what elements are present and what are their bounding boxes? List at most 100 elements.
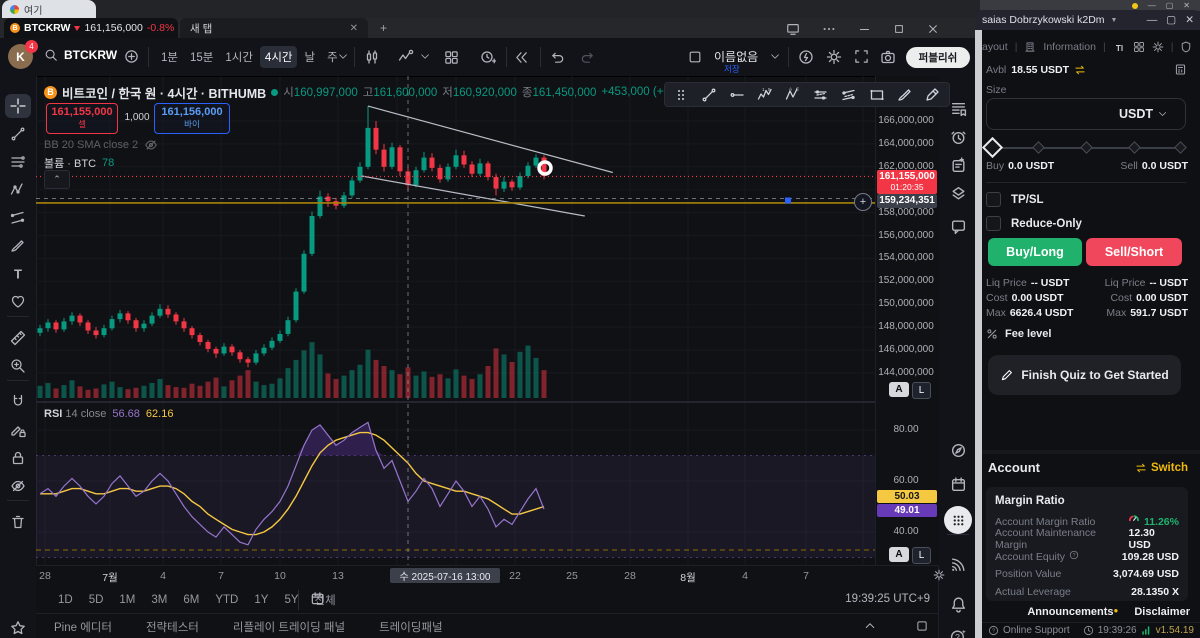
notes-plus-icon[interactable] — [946, 153, 970, 177]
auto-scale-button[interactable]: A — [889, 382, 909, 397]
calculator-icon[interactable] — [1174, 63, 1187, 76]
switch-account[interactable]: Switch — [1135, 462, 1188, 474]
bg-minimize-icon[interactable]: — — [1148, 1, 1156, 10]
interval-1시간[interactable]: 1시간 — [220, 46, 258, 68]
layout-caret-icon[interactable] — [770, 52, 780, 62]
calendar-icon[interactable] — [946, 472, 970, 496]
remote-maximize-icon[interactable]: ▢ — [1166, 14, 1176, 26]
background-browser-tab[interactable]: 여기 — [2, 0, 96, 18]
bottom-tab[interactable]: 전략테스터 — [146, 619, 199, 635]
slider-tick-25[interactable] — [1032, 141, 1045, 154]
slider-handle[interactable] — [981, 136, 1004, 159]
new-tab-close-icon[interactable]: ✕ — [350, 23, 358, 34]
minimize-icon[interactable] — [858, 22, 871, 36]
rsi-auto-button[interactable]: A — [889, 547, 909, 562]
bg-close-icon[interactable]: ✕ — [1183, 1, 1190, 10]
shield-icon[interactable] — [1180, 41, 1192, 53]
compare-add-icon[interactable] — [124, 49, 139, 64]
panel-settings-icon[interactable] — [1152, 41, 1164, 53]
tab-btckrw[interactable]: B BTCKRW 161,156,000 -0.8% ✕ — [4, 18, 187, 38]
close-icon[interactable] — [927, 22, 939, 36]
announcements-link[interactable]: Announcements● — [1027, 606, 1118, 618]
interval-4시간[interactable]: 4시간 — [259, 46, 298, 68]
tpsl-checkbox[interactable] — [986, 192, 1001, 207]
flat-channel-tool-icon[interactable] — [810, 85, 832, 105]
para-channel-tool-icon[interactable] — [838, 85, 860, 105]
slider-tick-100[interactable] — [1174, 141, 1187, 154]
bottom-tab[interactable]: 트레이딩패널 — [379, 619, 442, 635]
layout-grid-icon[interactable] — [444, 50, 459, 65]
redo-icon[interactable] — [580, 50, 595, 65]
layout-menu[interactable]: ayout — [982, 41, 1008, 53]
snapshot-camera-icon[interactable] — [880, 49, 896, 65]
range-5D[interactable]: 5D — [85, 592, 108, 608]
publish-button[interactable]: 퍼블리쉬 — [906, 47, 970, 68]
reduce-only-checkbox[interactable] — [986, 216, 1001, 231]
online-support[interactable]: Online Support — [1003, 625, 1070, 636]
title-caret-icon[interactable]: ▼ — [1111, 17, 1118, 24]
bottom-tab[interactable]: 리플레이 트레이딩 패널 — [233, 619, 345, 635]
tradingview-logo-icon[interactable]: Tl — [1113, 41, 1126, 54]
crosshair-icon[interactable] — [5, 94, 31, 118]
settings-gear-icon[interactable] — [826, 49, 842, 65]
bb-indicator-legend[interactable]: BB 20 SMA close 2 — [44, 138, 158, 152]
chart-canvas[interactable] — [36, 76, 875, 565]
eraser-tool-icon[interactable] — [922, 85, 944, 105]
chat-icon[interactable] — [946, 214, 970, 238]
undo-icon[interactable] — [550, 50, 565, 65]
maximize-icon[interactable] — [893, 22, 905, 36]
range-6M[interactable]: 6M — [179, 592, 203, 608]
indicators-caret-icon[interactable] — [420, 52, 430, 62]
indicators-icon[interactable] — [398, 49, 414, 65]
buy-long-button[interactable]: Buy/Long — [988, 238, 1082, 266]
save-label[interactable]: 저장 — [724, 63, 740, 75]
unit-dropdown[interactable]: USDT — [986, 98, 1186, 130]
intervals-caret-icon[interactable] — [338, 52, 348, 62]
lock-icon[interactable] — [5, 446, 31, 470]
panel-toggle-icon[interactable] — [688, 50, 702, 64]
h-ray-tool-icon[interactable] — [726, 85, 748, 105]
menu-dots-icon[interactable] — [822, 22, 836, 36]
bell-icon[interactable] — [946, 592, 970, 616]
panel-maximize-icon[interactable] — [916, 620, 928, 632]
time-axis[interactable]: 수 2025-07-16 13:00 28 7월 4 7 10 13 22 25 28 8월 4 7 — [36, 565, 945, 586]
streams-icon[interactable] — [946, 552, 970, 576]
lines-icon[interactable] — [5, 150, 31, 174]
buy-button[interactable]: 161,156,000 바이 — [154, 103, 230, 134]
range-1M[interactable]: 1M — [115, 592, 139, 608]
elliott-tool-icon[interactable]: 15 — [754, 85, 776, 105]
go-to-date-icon[interactable] — [310, 591, 325, 606]
gauge-icon[interactable] — [946, 438, 970, 462]
trendline-tool-icon[interactable] — [698, 85, 720, 105]
brush-tool-icon[interactable] — [894, 85, 916, 105]
channels-icon[interactable] — [5, 206, 31, 230]
axis-settings-icon[interactable] — [933, 569, 945, 581]
quiz-button[interactable]: Finish Quiz to Get Started — [988, 355, 1181, 395]
qty-field[interactable]: 1,000 — [122, 112, 152, 123]
interval-15분[interactable]: 15분 — [185, 46, 218, 68]
range-1Y[interactable]: 1Y — [250, 592, 272, 608]
widgets-icon[interactable] — [1133, 41, 1145, 53]
hidden-eye-icon[interactable] — [144, 138, 158, 152]
quick-search-icon[interactable] — [798, 49, 814, 65]
fullscreen-icon[interactable] — [854, 49, 869, 64]
draw-lock-icon[interactable] — [5, 418, 31, 442]
favorites-star-icon[interactable] — [5, 616, 31, 638]
replay-icon[interactable] — [514, 50, 529, 65]
apps-grid-icon[interactable] — [944, 506, 972, 534]
rsi-log-button[interactable]: L — [912, 547, 931, 564]
emoji-icon[interactable] — [5, 290, 31, 314]
interval-날[interactable]: 날 — [299, 46, 320, 68]
remote-minimize-icon[interactable]: — — [1147, 14, 1158, 26]
trash-icon[interactable] — [5, 510, 31, 534]
range-YTD[interactable]: YTD — [211, 592, 242, 608]
rsi-legend[interactable]: RSI 14 close 56.68 62.16 — [44, 408, 173, 420]
alert-add-icon[interactable] — [480, 49, 496, 65]
drag-dots-tool-icon[interactable] — [670, 85, 692, 105]
volume-legend[interactable]: 볼륨 · BTC 78 — [44, 155, 114, 171]
symbol-search[interactable]: BTCKRW — [44, 48, 117, 62]
slider-tick-50[interactable] — [1080, 141, 1093, 154]
transfer-swap-icon[interactable] — [1074, 64, 1086, 76]
fee-level[interactable]: Fee level — [986, 328, 1051, 340]
chart-title[interactable]: 비트코인 / 한국 원 · 4시간 · BITHUMB — [62, 83, 266, 102]
